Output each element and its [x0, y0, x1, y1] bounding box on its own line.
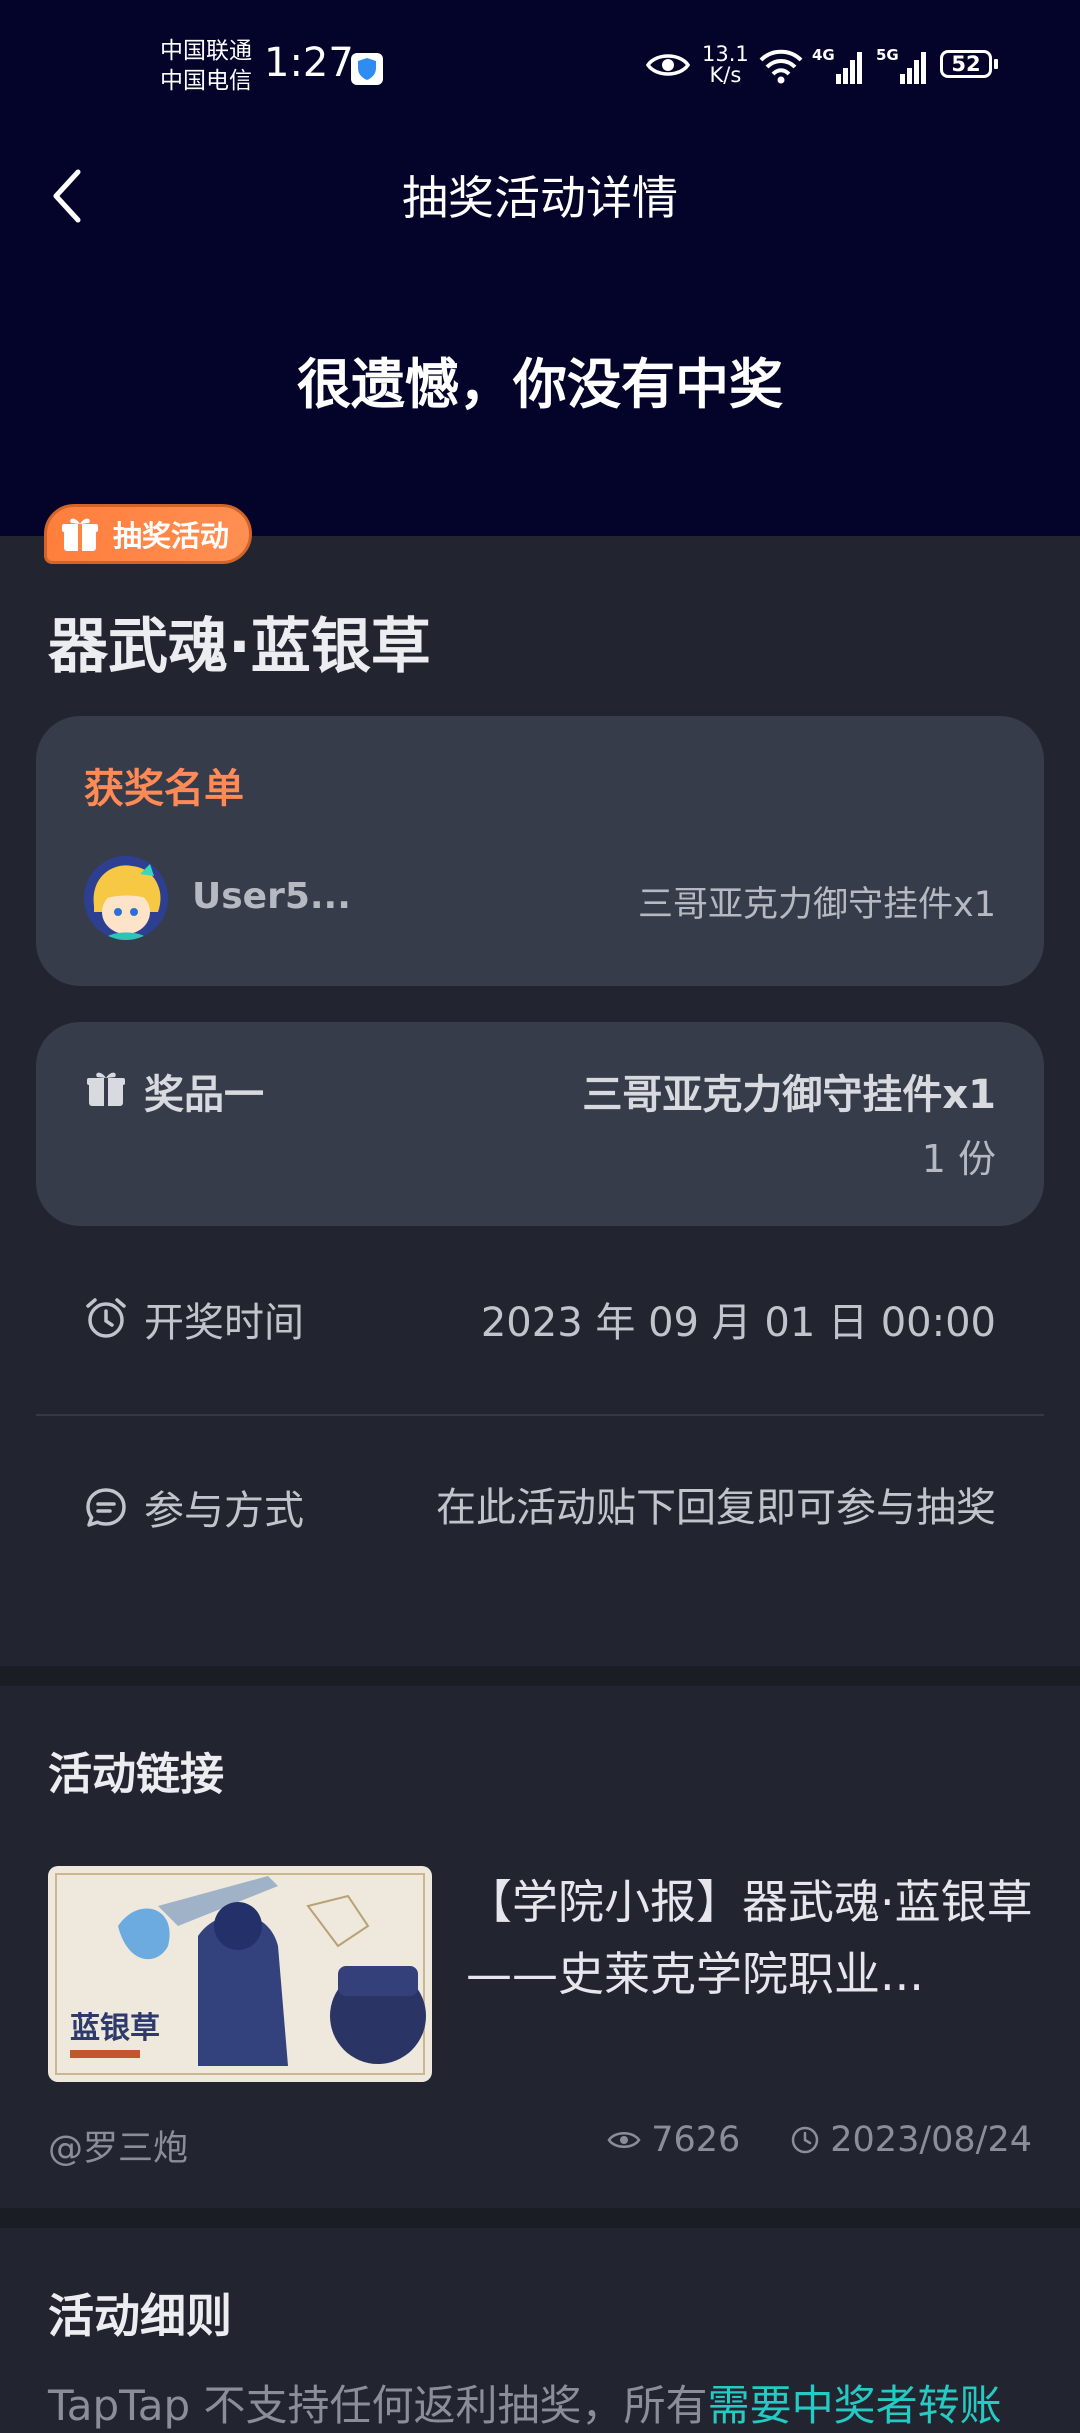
avatar-image — [84, 856, 168, 940]
links-heading: 活动链接 — [48, 1749, 224, 1800]
participation-value: 在此活动贴下回复即可参与抽奖 — [436, 1485, 996, 1531]
thumbnail-image: 蓝银草 — [48, 1866, 432, 2082]
link-meta: 7626 2023/08/24 — [607, 2120, 1032, 2160]
carrier-1: 中国联通 — [160, 38, 252, 64]
section-separator — [0, 1666, 1080, 1686]
prize-quantity: 1 份 — [921, 1137, 996, 1181]
rules-text: TapTap 不支持任何返利抽奖，所有需要中奖者转账 — [48, 2381, 1002, 2430]
winners-heading: 获奖名单 — [84, 766, 244, 812]
carrier-2: 中国电信 — [160, 68, 252, 94]
link-author[interactable]: @罗三炮 — [48, 2120, 188, 2171]
status-time: 1:27 — [264, 40, 354, 86]
page-title: 抽奖活动详情 — [402, 171, 678, 225]
draw-time-value: 2023 年 09 月 01 日 00:00 — [480, 1300, 996, 1346]
gift-icon — [87, 1072, 125, 1106]
post-date: 2023/08/24 — [830, 2120, 1032, 2160]
prize-name: 三哥亚克力御守挂件x1 — [582, 1072, 996, 1118]
shield-icon — [351, 53, 383, 85]
gift-icon — [62, 518, 98, 551]
view-count: 7626 — [651, 2120, 741, 2160]
prize-label: 奖品一 — [144, 1072, 264, 1118]
alarm-clock-icon — [86, 1298, 126, 1338]
link-title[interactable]: 【学院小报】器武魂·蓝银草——史莱克学院职业... — [466, 1866, 1036, 2010]
carrier-info: 中国联通 中国电信 — [160, 36, 252, 96]
status-bar: 中国联通 中国电信 1:27 13.1 K/s 4G 5G 52 — [0, 0, 1080, 135]
svg-text:4G: 4G — [812, 46, 835, 64]
winner-name[interactable]: User5... — [192, 876, 351, 917]
participation-label: 参与方式 — [144, 1488, 304, 1534]
battery-indicator: 52 — [940, 50, 998, 78]
signal-icon: 4G — [812, 46, 862, 84]
clock-icon — [792, 2126, 819, 2154]
signal-icon-2: 5G — [876, 46, 926, 84]
draw-result-text: 很遗憾，你没有中奖 — [297, 353, 783, 416]
status-indicators: 13.1 K/s 4G 5G 52 — [640, 40, 1020, 90]
activity-badge-label: 抽奖活动 — [113, 519, 230, 553]
wifi-icon — [759, 49, 803, 84]
winners-card: 获奖名单 User5... 三哥亚克力御守挂件x1 — [36, 716, 1044, 986]
svg-text:蓝银草: 蓝银草 — [70, 2011, 160, 2046]
activity-badge: 抽奖活动 — [44, 504, 253, 564]
rules-link[interactable]: 需要中奖者转账 — [708, 2381, 1002, 2430]
draw-time-label: 开奖时间 — [144, 1300, 304, 1346]
svg-text:5G: 5G — [876, 46, 899, 64]
avatar[interactable] — [84, 856, 168, 940]
net-speed: 13.1 K/s — [702, 42, 749, 87]
rules-heading: 活动细则 — [48, 2289, 232, 2343]
section-separator — [0, 2208, 1080, 2228]
eye-icon — [607, 2132, 641, 2148]
prize-card: 奖品一 三哥亚克力御守挂件x1 1 份 — [36, 1022, 1044, 1226]
eye-icon — [646, 54, 690, 76]
divider — [36, 1414, 1044, 1416]
message-icon — [86, 1488, 126, 1527]
link-thumbnail[interactable]: 蓝银草 — [48, 1866, 432, 2082]
winner-prize: 三哥亚克力御守挂件x1 — [638, 885, 996, 925]
activity-title: 器武魂·蓝银草 — [48, 612, 431, 682]
